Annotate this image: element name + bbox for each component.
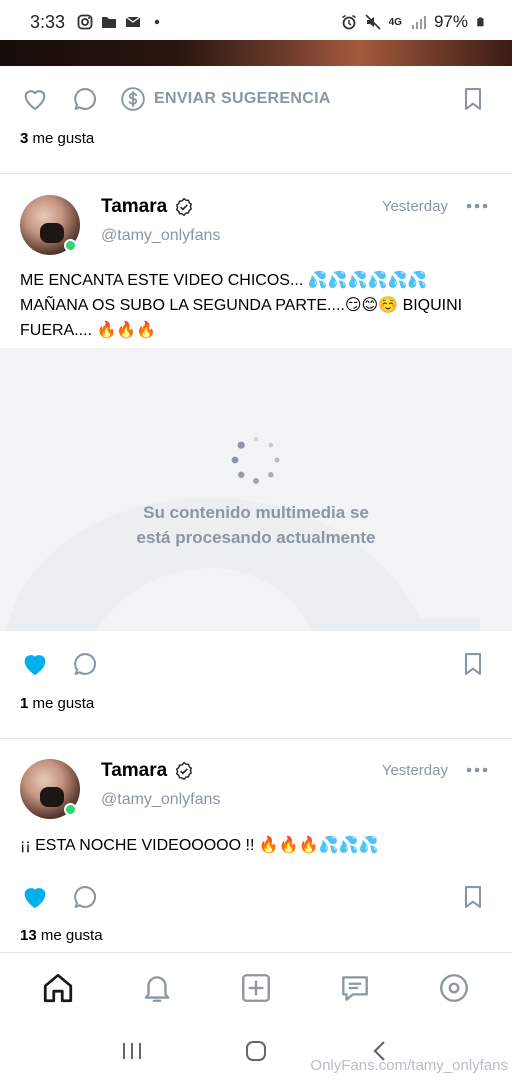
dot-icon <box>154 19 160 25</box>
verified-icon <box>175 761 193 781</box>
likes-count[interactable]: 13 me gusta <box>20 927 103 944</box>
bookmark-button[interactable] <box>458 649 488 679</box>
likes-suffix: me gusta <box>40 927 103 944</box>
heart-filled-icon <box>24 655 46 675</box>
alarm-icon <box>341 14 356 30</box>
like-button[interactable] <box>20 882 50 912</box>
likes-suffix: me gusta <box>32 130 95 147</box>
bookmark-icon <box>464 88 482 110</box>
nav-add-post[interactable] <box>236 968 276 1008</box>
status-bar: 3:33 4G 97% <box>0 0 512 44</box>
send-tip-button[interactable]: ENVIAR SUGERENCIA <box>120 86 331 112</box>
likes-number: 3 <box>20 130 29 147</box>
author-handle[interactable]: @tamy_onlyfans <box>101 791 220 809</box>
comment-icon <box>74 88 97 110</box>
send-tip-label: ENVIAR SUGERENCIA <box>154 90 331 107</box>
more-options-icon[interactable] <box>466 203 488 209</box>
post-text: ME ENCANTA ESTE VIDEO CHICOS... 💦💦💦💦💦💦 M… <box>20 272 463 339</box>
online-status-dot <box>64 239 77 252</box>
comment-button[interactable] <box>70 649 100 679</box>
likes-count[interactable]: 3 me gusta <box>20 130 94 147</box>
post-time[interactable]: Yesterday <box>382 198 448 215</box>
likes-number: 1 <box>20 695 29 712</box>
likes-number: 13 <box>20 927 37 944</box>
bookmark-icon <box>464 886 482 908</box>
post-divider <box>0 173 512 174</box>
battery-label: 97% <box>433 12 468 31</box>
home-system-icon <box>246 1041 266 1061</box>
author-name[interactable]: Tamara <box>101 196 167 218</box>
folder-icon <box>102 17 117 28</box>
more-options-icon[interactable] <box>466 767 488 773</box>
network-label: 4G <box>388 16 402 28</box>
bell-icon <box>144 975 170 1002</box>
dollar-icon <box>121 87 145 111</box>
add-post-icon <box>242 973 270 1002</box>
post-divider <box>0 738 512 739</box>
nav-home[interactable] <box>38 968 78 1008</box>
bookmark-button[interactable] <box>458 84 488 114</box>
nav-profile[interactable] <box>434 968 474 1008</box>
heart-filled-icon <box>24 888 46 908</box>
likes-count[interactable]: 1 me gusta <box>20 695 94 712</box>
post-media-processing[interactable] <box>0 348 512 631</box>
profile-icon <box>440 973 469 1002</box>
bookmark-icon <box>464 653 482 675</box>
home-icon <box>43 973 72 1002</box>
verified-icon <box>175 197 193 217</box>
post-actions <box>0 631 512 697</box>
comment-icon <box>74 886 97 908</box>
signal-icon <box>411 16 426 29</box>
comment-button[interactable] <box>70 84 100 114</box>
recent-apps-icon <box>123 1043 141 1059</box>
loading-spinner-icon <box>231 437 280 484</box>
status-time: 3:33 <box>30 11 66 32</box>
post-media-preview[interactable] <box>0 40 512 66</box>
watermark-text: OnlyFans.com/tamy_onlyfans <box>310 1057 508 1074</box>
nav-messages[interactable] <box>335 968 375 1008</box>
post-text: ¡¡ ESTA NOCHE VIDEOOOOO !! 🔥🔥🔥💦💦💦 <box>20 837 379 854</box>
online-status-dot <box>64 803 77 816</box>
mail-icon <box>125 16 141 27</box>
post-time[interactable]: Yesterday <box>382 762 448 779</box>
likes-suffix: me gusta <box>32 695 95 712</box>
mute-icon <box>365 14 381 30</box>
like-button[interactable] <box>20 649 50 679</box>
author-name[interactable]: Tamara <box>101 760 167 782</box>
bookmark-button[interactable] <box>458 882 488 912</box>
post-actions: ENVIAR SUGERENCIA <box>0 66 512 132</box>
nav-notifications[interactable] <box>137 968 177 1008</box>
comment-button[interactable] <box>70 882 100 912</box>
heart-icon <box>24 90 46 110</box>
media-processing-message: Su contenido multimedia se está procesan… <box>136 503 376 547</box>
home-system-button[interactable] <box>236 1031 276 1071</box>
recent-apps-button[interactable] <box>112 1031 152 1071</box>
instagram-icon <box>77 14 93 30</box>
author-handle[interactable]: @tamy_onlyfans <box>101 227 220 245</box>
bottom-nav <box>0 952 512 1022</box>
post-header: Tamara @tamy_onlyfans Yesterday <box>20 759 492 829</box>
comment-icon <box>74 653 97 675</box>
like-button[interactable] <box>20 84 50 114</box>
post-header: Tamara @tamy_onlyfans Yesterday <box>20 195 492 265</box>
messages-icon <box>342 975 369 1001</box>
battery-icon <box>477 17 484 27</box>
post-actions <box>0 864 512 930</box>
